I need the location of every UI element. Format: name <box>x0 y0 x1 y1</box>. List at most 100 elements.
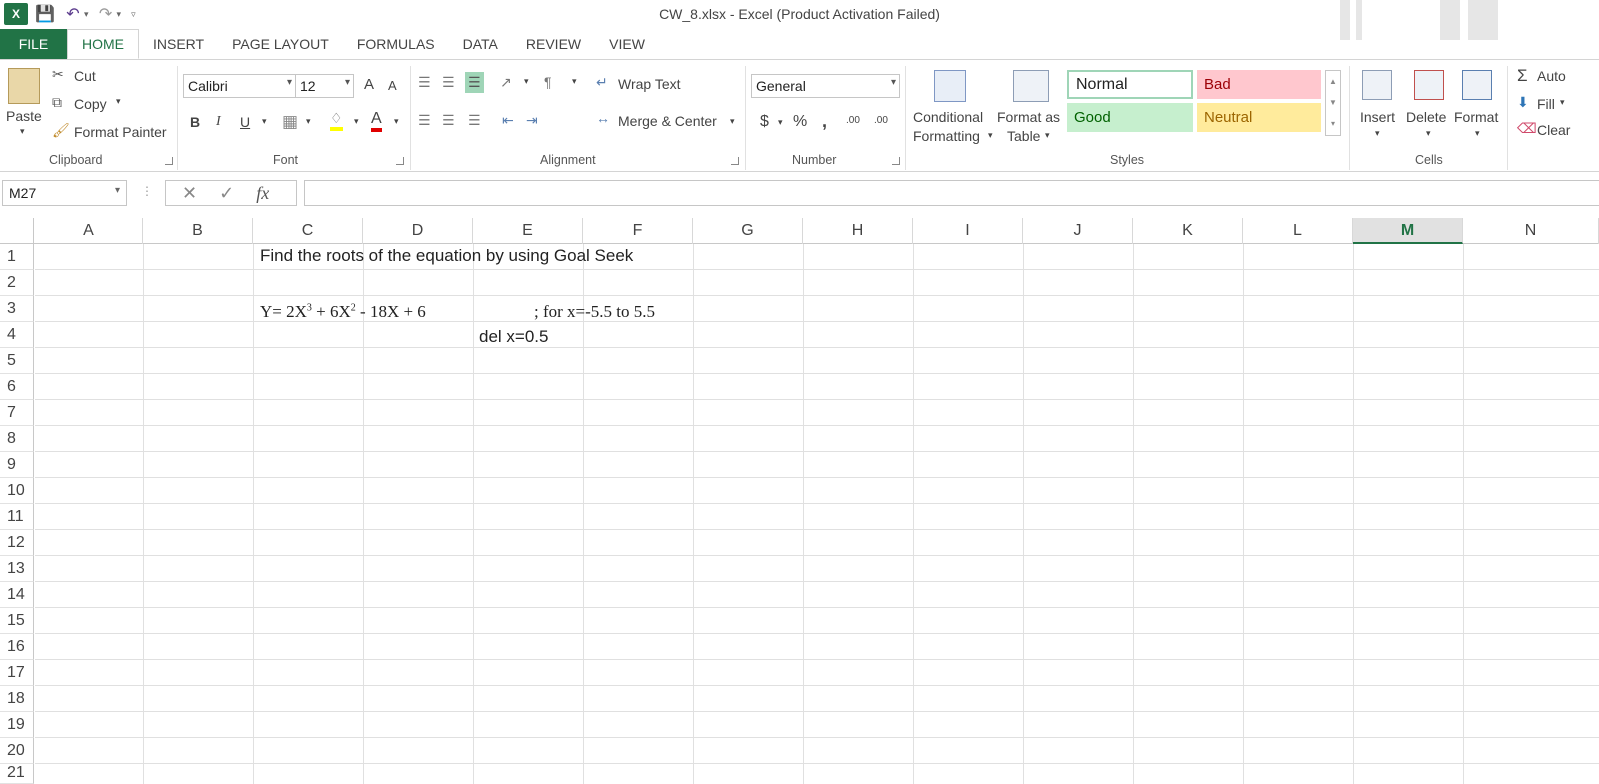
row-header-14[interactable]: 14 <box>0 582 34 608</box>
italic-button[interactable]: I <box>216 114 221 130</box>
conditional-formatting-label-1[interactable]: Conditional <box>913 109 983 125</box>
align-left-icon[interactable]: ☰ <box>418 112 431 129</box>
underline-button[interactable]: U <box>240 114 250 130</box>
row-header-8[interactable]: 8 <box>0 426 34 452</box>
top-align-icon[interactable]: ☰ <box>418 74 431 91</box>
column-header-a[interactable]: A <box>35 218 143 244</box>
cell-e3[interactable]: ; for x=-5.5 to 5.5 <box>534 302 655 322</box>
cell-c1[interactable]: Find the roots of the equation by using … <box>260 246 633 266</box>
row-header-15[interactable]: 15 <box>0 608 34 634</box>
style-good[interactable]: Good <box>1067 103 1193 132</box>
copy-button[interactable]: Copy <box>74 96 107 112</box>
grow-font-button[interactable]: A <box>364 76 374 93</box>
format-as-table-label-2[interactable]: Table <box>1007 128 1040 144</box>
shrink-font-button[interactable]: A <box>388 78 397 93</box>
row-header-11[interactable]: 11 <box>0 504 34 530</box>
tab-insert[interactable]: INSERT <box>139 29 218 59</box>
style-normal[interactable]: Normal <box>1067 70 1193 99</box>
row-header-4[interactable]: 4 <box>0 322 34 348</box>
row-header-3[interactable]: 3 <box>0 296 34 322</box>
alignment-launcher-icon[interactable] <box>731 157 739 165</box>
row-header-10[interactable]: 10 <box>0 478 34 504</box>
format-as-table-dropdown-icon[interactable]: ▾ <box>1045 130 1050 141</box>
tab-review[interactable]: REVIEW <box>512 29 595 59</box>
chevron-down-icon[interactable]: ▾ <box>115 185 120 196</box>
column-header-f[interactable]: F <box>583 218 693 244</box>
conditional-formatting-label-2[interactable]: Formatting <box>913 128 980 144</box>
tab-page-layout[interactable]: PAGE LAYOUT <box>218 29 343 59</box>
cut-button[interactable]: Cut <box>74 68 96 84</box>
insert-function-button[interactable]: fx <box>256 183 269 204</box>
name-box[interactable]: M27 ▾ <box>2 180 127 206</box>
formula-bar-grip-icon[interactable]: ⋮ <box>141 184 153 198</box>
row-header-2[interactable]: 2 <box>0 270 34 296</box>
paste-button[interactable]: Paste <box>6 108 42 124</box>
row-header-5[interactable]: 5 <box>0 348 34 374</box>
row-header-18[interactable]: 18 <box>0 686 34 712</box>
style-bad[interactable]: Bad <box>1197 70 1321 99</box>
border-dropdown-icon[interactable]: ▾ <box>306 116 311 127</box>
fill-color-dropdown-icon[interactable]: ▾ <box>354 116 359 127</box>
bottom-align-icon[interactable]: ☰ <box>465 72 484 93</box>
copy-dropdown-icon[interactable]: ▾ <box>116 96 121 107</box>
row-header-12[interactable]: 12 <box>0 530 34 556</box>
paste-icon[interactable] <box>8 68 40 104</box>
styles-gallery-scroll[interactable]: ▲ ▼ ▾ <box>1325 70 1341 136</box>
fill-color-icon[interactable]: ♢ <box>330 110 343 131</box>
paragraph-dropdown-icon[interactable]: ▾ <box>572 76 577 87</box>
clear-button[interactable]: Clear <box>1537 122 1570 138</box>
wrap-text-button[interactable]: Wrap Text <box>618 76 681 92</box>
row-header-13[interactable]: 13 <box>0 556 34 582</box>
tab-view[interactable]: VIEW <box>595 29 659 59</box>
format-as-table-label-1[interactable]: Format as <box>997 109 1060 125</box>
column-header-d[interactable]: D <box>363 218 473 244</box>
paste-dropdown-icon[interactable]: ▾ <box>20 126 25 137</box>
fill-button[interactable]: Fill <box>1537 96 1555 112</box>
insert-button[interactable]: Insert <box>1360 109 1395 125</box>
column-header-j[interactable]: J <box>1023 218 1133 244</box>
conditional-formatting-dropdown-icon[interactable]: ▾ <box>988 130 993 141</box>
number-format-combo[interactable]: General ▾ <box>751 74 900 98</box>
column-header-b[interactable]: B <box>143 218 253 244</box>
format-button[interactable]: Format <box>1454 109 1498 125</box>
bold-button[interactable]: B <box>190 114 200 130</box>
border-icon[interactable]: ▦ <box>282 112 298 132</box>
column-header-i[interactable]: I <box>913 218 1023 244</box>
percent-button[interactable]: % <box>793 113 807 131</box>
decrease-decimal-button[interactable]: .00 <box>874 115 888 126</box>
font-color-dropdown-icon[interactable]: ▾ <box>394 116 399 127</box>
select-all-corner[interactable] <box>0 218 34 244</box>
font-size-combo[interactable]: 12 ▾ <box>295 74 354 98</box>
column-header-g[interactable]: G <box>693 218 803 244</box>
row-header-17[interactable]: 17 <box>0 660 34 686</box>
clipboard-launcher-icon[interactable] <box>165 157 173 165</box>
font-launcher-icon[interactable] <box>396 157 404 165</box>
tab-file[interactable]: FILE <box>0 29 67 59</box>
column-header-l[interactable]: L <box>1243 218 1353 244</box>
column-header-h[interactable]: H <box>803 218 913 244</box>
underline-dropdown-icon[interactable]: ▾ <box>262 116 267 127</box>
currency-button[interactable]: $ <box>760 113 769 131</box>
paragraph-direction-icon[interactable]: ¶ <box>544 74 552 90</box>
formula-input[interactable] <box>304 180 1599 206</box>
merge-dropdown-icon[interactable]: ▾ <box>730 116 735 127</box>
format-dropdown-icon[interactable]: ▾ <box>1475 128 1480 139</box>
decrease-indent-icon[interactable]: ⇤ <box>502 112 514 129</box>
orientation-icon[interactable]: ↗ <box>500 74 512 91</box>
row-header-19[interactable]: 19 <box>0 712 34 738</box>
orientation-dropdown-icon[interactable]: ▾ <box>524 76 529 87</box>
delete-dropdown-icon[interactable]: ▾ <box>1426 128 1431 139</box>
column-header-e[interactable]: E <box>473 218 583 244</box>
row-header-9[interactable]: 9 <box>0 452 34 478</box>
row-header-7[interactable]: 7 <box>0 400 34 426</box>
insert-dropdown-icon[interactable]: ▾ <box>1375 128 1380 139</box>
column-header-c[interactable]: C <box>253 218 363 244</box>
row-header-20[interactable]: 20 <box>0 738 34 764</box>
middle-align-icon[interactable]: ☰ <box>442 74 455 91</box>
currency-dropdown-icon[interactable]: ▾ <box>778 117 783 128</box>
enter-icon[interactable]: ✓ <box>219 183 234 204</box>
merge-center-button[interactable]: Merge & Center <box>618 113 717 129</box>
increase-decimal-button[interactable]: .00 <box>846 115 860 126</box>
style-neutral[interactable]: Neutral <box>1197 103 1321 132</box>
align-right-icon[interactable]: ☰ <box>468 112 481 129</box>
